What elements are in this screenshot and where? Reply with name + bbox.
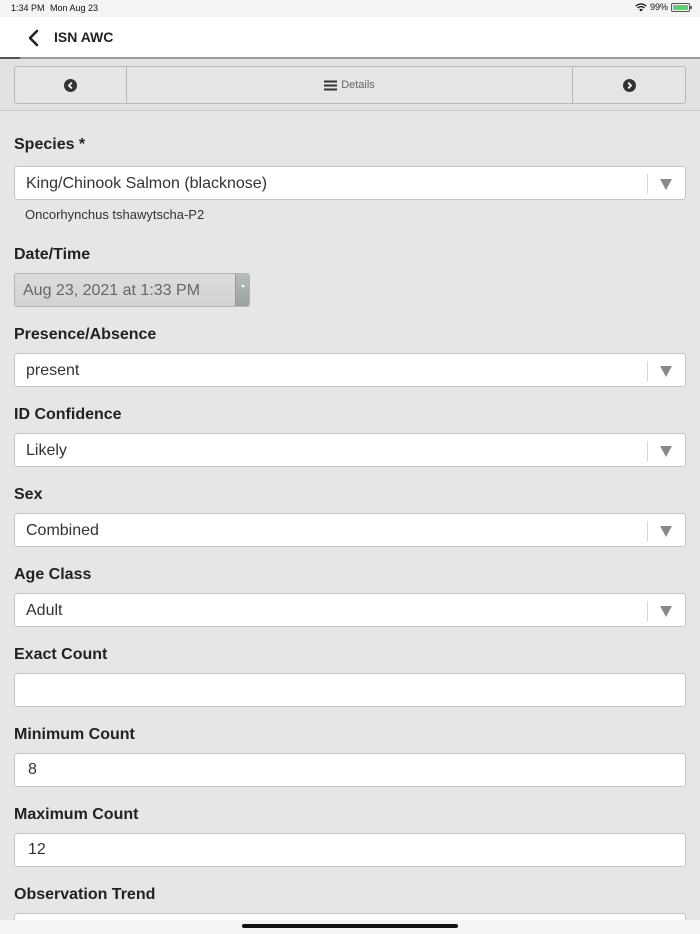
id-confidence-label: ID Confidence xyxy=(14,406,122,423)
datetime-picker[interactable]: Aug 23, 2021 at 1:33 PM xyxy=(14,273,250,307)
sex-label: Sex xyxy=(14,486,43,503)
datetime-label: Date/Time xyxy=(14,246,91,263)
age-class-value: Adult xyxy=(26,602,63,619)
minimum-count-input[interactable] xyxy=(14,753,686,787)
species-label: Species * xyxy=(14,136,86,153)
sex-select[interactable]: Combined xyxy=(14,513,686,547)
presence-select[interactable]: present xyxy=(14,353,686,387)
dropdown-arrow-icon xyxy=(660,446,672,457)
species-select[interactable]: King/Chinook Salmon (blacknose) xyxy=(14,166,686,200)
select-divider xyxy=(647,174,648,194)
status-time: 1:34 PM xyxy=(11,3,45,13)
bottom-bar xyxy=(0,920,700,934)
page-title: ISN AWC xyxy=(54,29,114,45)
status-right: 99% xyxy=(635,2,692,12)
record-toolbar: Details xyxy=(0,59,700,111)
minimum-count-label: Minimum Count xyxy=(14,726,135,743)
age-class-label: Age Class xyxy=(14,566,92,583)
battery-fill xyxy=(673,4,688,10)
presence-value: present xyxy=(26,362,80,379)
select-divider xyxy=(647,361,648,381)
battery-icon xyxy=(671,2,692,12)
select-divider xyxy=(647,441,648,461)
details-button[interactable]: Details xyxy=(127,67,573,103)
circle-chevron-right-icon xyxy=(622,78,636,92)
status-date: Mon Aug 23 xyxy=(50,3,99,13)
presence-label: Presence/Absence xyxy=(14,326,157,343)
maximum-count-label: Maximum Count xyxy=(14,806,139,823)
next-record-button[interactable] xyxy=(573,67,685,103)
select-divider xyxy=(647,601,648,621)
details-label: Details xyxy=(341,79,375,91)
nav-bar: ISN AWC xyxy=(0,17,700,59)
observation-trend-select[interactable] xyxy=(14,913,686,920)
age-class-select[interactable]: Adult xyxy=(14,593,686,627)
dropdown-arrow-icon xyxy=(660,366,672,377)
back-button[interactable] xyxy=(22,27,46,49)
home-indicator[interactable] xyxy=(242,924,458,928)
sex-value: Combined xyxy=(26,522,99,539)
maximum-count-input[interactable] xyxy=(14,833,686,867)
exact-count-input[interactable] xyxy=(14,673,686,707)
id-confidence-value: Likely xyxy=(26,442,67,459)
status-bar: 1:34 PM Mon Aug 23 99% xyxy=(0,0,700,17)
id-confidence-select[interactable]: Likely xyxy=(14,433,686,467)
circle-chevron-left-icon xyxy=(64,78,77,92)
toolbar-button-group: Details xyxy=(14,66,686,104)
select-divider xyxy=(647,521,648,541)
battery-percent: 99% xyxy=(649,2,668,12)
dropdown-arrow-icon xyxy=(660,179,672,190)
datetime-stepper-icon[interactable] xyxy=(235,274,249,306)
menu-icon xyxy=(324,80,338,90)
wifi-icon xyxy=(635,2,647,11)
form-content: Species * King/Chinook Salmon (blacknose… xyxy=(0,112,700,920)
datetime-value: Aug 23, 2021 at 1:33 PM xyxy=(23,282,201,299)
dropdown-arrow-icon xyxy=(660,526,672,537)
chevron-left-icon xyxy=(28,29,39,47)
exact-count-label: Exact Count xyxy=(14,646,108,663)
species-scientific-name: Oncorhynchus tshawytscha-P2 xyxy=(25,207,205,222)
observation-trend-label: Observation Trend xyxy=(14,886,156,903)
dropdown-arrow-icon xyxy=(660,606,672,617)
previous-record-button[interactable] xyxy=(15,67,127,103)
species-value: King/Chinook Salmon (blacknose) xyxy=(26,175,268,192)
